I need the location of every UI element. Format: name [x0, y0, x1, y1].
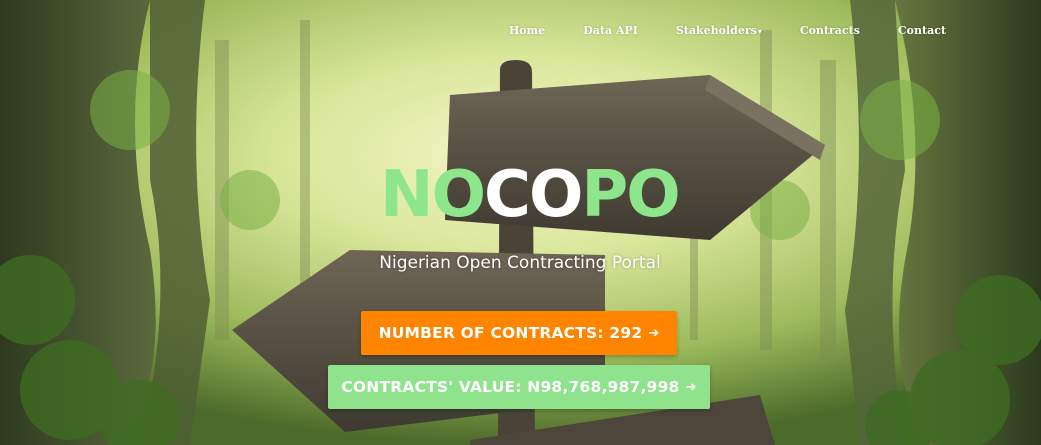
number-of-contracts-label: NUMBER OF CONTRACTS: 292 — [378, 324, 643, 342]
logo-part-co: CO — [483, 158, 583, 232]
nav-stakeholders[interactable]: Stakeholders▾ — [676, 24, 762, 37]
arrow-right-icon: ➔ — [648, 325, 660, 341]
nav-stakeholders-label: Stakeholders — [675, 24, 757, 37]
nav-data-api[interactable]: Data API — [583, 24, 638, 37]
nav-home[interactable]: Home — [509, 24, 545, 37]
arrow-right-icon: ➔ — [685, 379, 697, 395]
number-of-contracts-button[interactable]: NUMBER OF CONTRACTS: 292 ➔ — [361, 311, 677, 355]
contracts-value-button[interactable]: CONTRACTS' VALUE: N98,768,987,998 ➔ — [328, 365, 710, 409]
site-logo: NOCOPO — [380, 158, 681, 232]
logo-part-po: PO — [581, 158, 680, 232]
caret-down-icon: ▾ — [757, 26, 762, 36]
top-nav: Home Data API Stakeholders▾ Contracts Co… — [471, 24, 946, 37]
tagline: Nigerian Open Contracting Portal — [379, 253, 661, 273]
logo-part-no: NO — [380, 158, 486, 232]
nav-contact[interactable]: Contact — [898, 24, 946, 37]
nav-contracts[interactable]: Contracts — [800, 24, 860, 37]
contracts-value-label: CONTRACTS' VALUE: N98,768,987,998 — [341, 378, 680, 396]
